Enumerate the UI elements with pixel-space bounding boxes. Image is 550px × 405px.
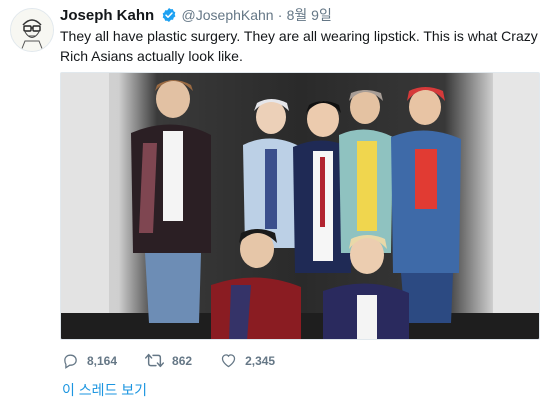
author-avatar[interactable] <box>10 8 54 52</box>
reply-count: 8,164 <box>87 353 118 368</box>
like-icon <box>221 354 236 368</box>
retweet-count: 862 <box>172 353 193 368</box>
author-handle[interactable]: @JosephKahn <box>182 7 274 23</box>
show-thread-link[interactable]: 이 스레드 보기 <box>62 380 147 400</box>
tweet-date[interactable]: 8월 9일 <box>287 7 332 23</box>
verified-badge-icon <box>161 7 177 27</box>
date-separator: · <box>277 7 283 23</box>
reply-button[interactable]: 8,164 <box>62 352 117 369</box>
tweet-text: They all have plastic surgery. They are … <box>60 28 538 64</box>
tweet-actions: 8,164 862 2,345 <box>62 352 303 369</box>
tweet-photo[interactable] <box>60 72 540 340</box>
reply-icon <box>64 354 77 369</box>
avatar-sketch-image <box>11 9 53 51</box>
group-photo-image <box>61 73 539 339</box>
like-count: 2,345 <box>245 353 276 368</box>
retweet-button[interactable]: 862 <box>145 352 192 369</box>
retweet-icon <box>145 353 165 368</box>
tweet-header: Joseph Kahn @JosephKahn · 8월 9일 <box>60 5 332 27</box>
like-button[interactable]: 2,345 <box>220 352 275 369</box>
author-name[interactable]: Joseph Kahn <box>60 7 154 24</box>
